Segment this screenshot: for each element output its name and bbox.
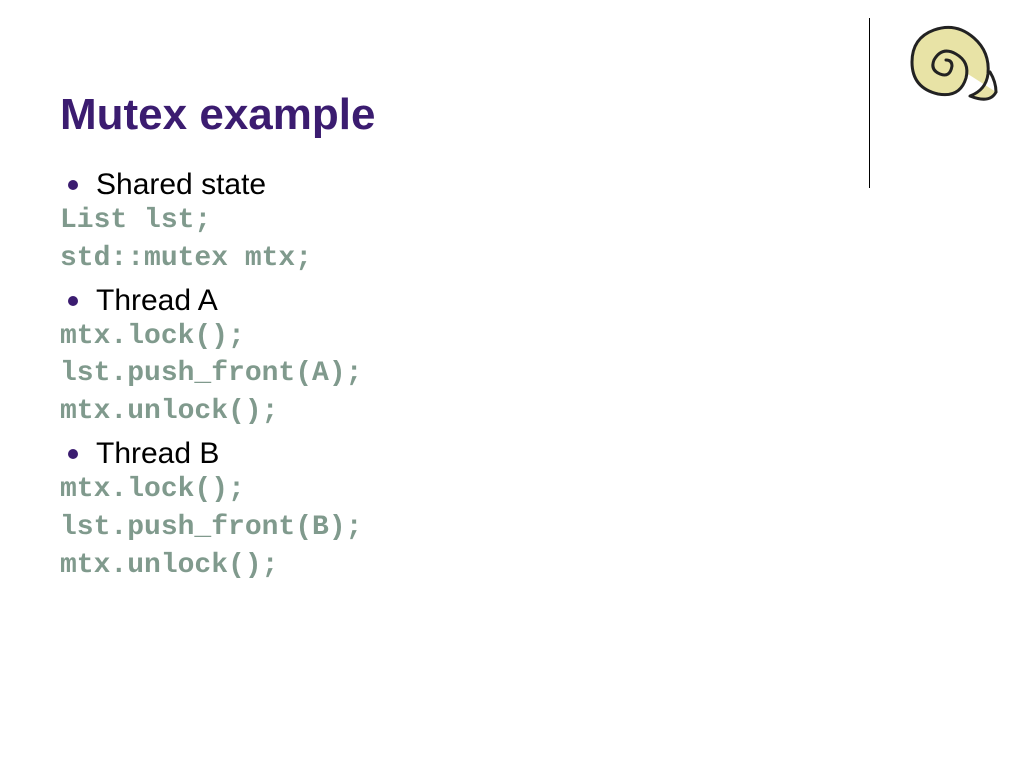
code-line: mtx.unlock();	[60, 393, 964, 431]
divider-line	[869, 18, 870, 188]
bullet-label: Shared state	[96, 168, 266, 202]
code-line: mtx.lock();	[60, 318, 964, 356]
slide: Mutex example Shared state List lst; std…	[0, 0, 1024, 768]
bullet-label: Thread B	[96, 437, 219, 471]
bullet-icon	[68, 449, 78, 459]
code-line: mtx.lock();	[60, 471, 964, 509]
code-line: List lst;	[60, 202, 964, 240]
bullet-item: Shared state	[68, 168, 964, 202]
code-line: lst.push_front(B);	[60, 509, 964, 547]
slide-title: Mutex example	[60, 90, 964, 140]
spiral-shell-icon	[904, 16, 1004, 106]
bullet-item: Thread B	[68, 437, 964, 471]
code-line: lst.push_front(A);	[60, 355, 964, 393]
bullet-icon	[68, 180, 78, 190]
bullet-item: Thread A	[68, 284, 964, 318]
code-line: std::mutex mtx;	[60, 240, 964, 278]
bullet-icon	[68, 296, 78, 306]
bullet-label: Thread A	[96, 284, 218, 318]
code-line: mtx.unlock();	[60, 547, 964, 585]
